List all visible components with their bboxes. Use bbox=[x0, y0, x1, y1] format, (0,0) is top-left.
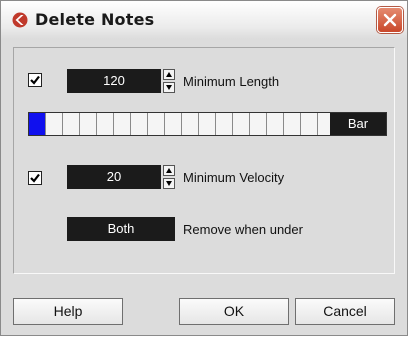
length-cell[interactable] bbox=[63, 113, 80, 135]
length-cell[interactable] bbox=[301, 113, 318, 135]
min-length-spinner[interactable] bbox=[163, 69, 175, 93]
length-cell[interactable] bbox=[131, 113, 148, 135]
length-cell[interactable] bbox=[284, 113, 301, 135]
bar-unit-label: Bar bbox=[330, 113, 386, 135]
arrow-up-icon bbox=[166, 72, 172, 77]
ok-button[interactable]: OK bbox=[179, 298, 289, 325]
check-icon bbox=[30, 173, 40, 183]
close-icon bbox=[383, 13, 397, 27]
min-length-value[interactable]: 120 bbox=[67, 69, 161, 93]
delete-notes-dialog: Delete Notes 120 Minimum Length Bar 20 M… bbox=[0, 0, 408, 336]
length-cell[interactable] bbox=[250, 113, 267, 135]
min-velocity-spinner[interactable] bbox=[163, 165, 175, 189]
length-cell[interactable] bbox=[46, 113, 63, 135]
length-cell[interactable] bbox=[80, 113, 97, 135]
arrow-up-icon bbox=[166, 168, 172, 173]
length-cell[interactable] bbox=[199, 113, 216, 135]
arrow-down-icon bbox=[166, 85, 172, 90]
length-cell[interactable] bbox=[29, 113, 46, 135]
min-velocity-value[interactable]: 20 bbox=[67, 165, 161, 189]
length-cell[interactable] bbox=[148, 113, 165, 135]
help-button[interactable]: Help bbox=[13, 298, 123, 325]
cubase-logo-icon bbox=[12, 12, 28, 28]
min-velocity-checkbox[interactable] bbox=[28, 171, 42, 185]
length-cell[interactable] bbox=[267, 113, 284, 135]
length-cell[interactable] bbox=[233, 113, 250, 135]
min-length-label: Minimum Length bbox=[183, 74, 280, 89]
window-title: Delete Notes bbox=[35, 10, 155, 29]
arrow-down-icon bbox=[166, 181, 172, 186]
length-cell[interactable] bbox=[182, 113, 199, 135]
min-velocity-label: Minimum Velocity bbox=[183, 170, 285, 185]
button-row: Help OK Cancel bbox=[1, 287, 407, 337]
check-icon bbox=[30, 75, 40, 85]
remove-when-under-label: Remove when under bbox=[183, 222, 303, 237]
close-button[interactable] bbox=[377, 7, 403, 33]
cancel-button[interactable]: Cancel bbox=[295, 298, 395, 325]
min-length-checkbox[interactable] bbox=[28, 73, 42, 87]
title-bar[interactable]: Delete Notes bbox=[1, 1, 407, 39]
spin-up-button[interactable] bbox=[163, 69, 175, 80]
length-cell[interactable] bbox=[114, 113, 131, 135]
remove-mode-select[interactable]: Both bbox=[67, 217, 175, 241]
length-cell[interactable] bbox=[216, 113, 233, 135]
spin-down-button[interactable] bbox=[163, 178, 175, 189]
length-cell[interactable] bbox=[97, 113, 114, 135]
length-cell[interactable] bbox=[165, 113, 182, 135]
length-selector-bar[interactable]: Bar bbox=[28, 112, 387, 136]
spin-down-button[interactable] bbox=[163, 82, 175, 93]
spin-up-button[interactable] bbox=[163, 165, 175, 176]
